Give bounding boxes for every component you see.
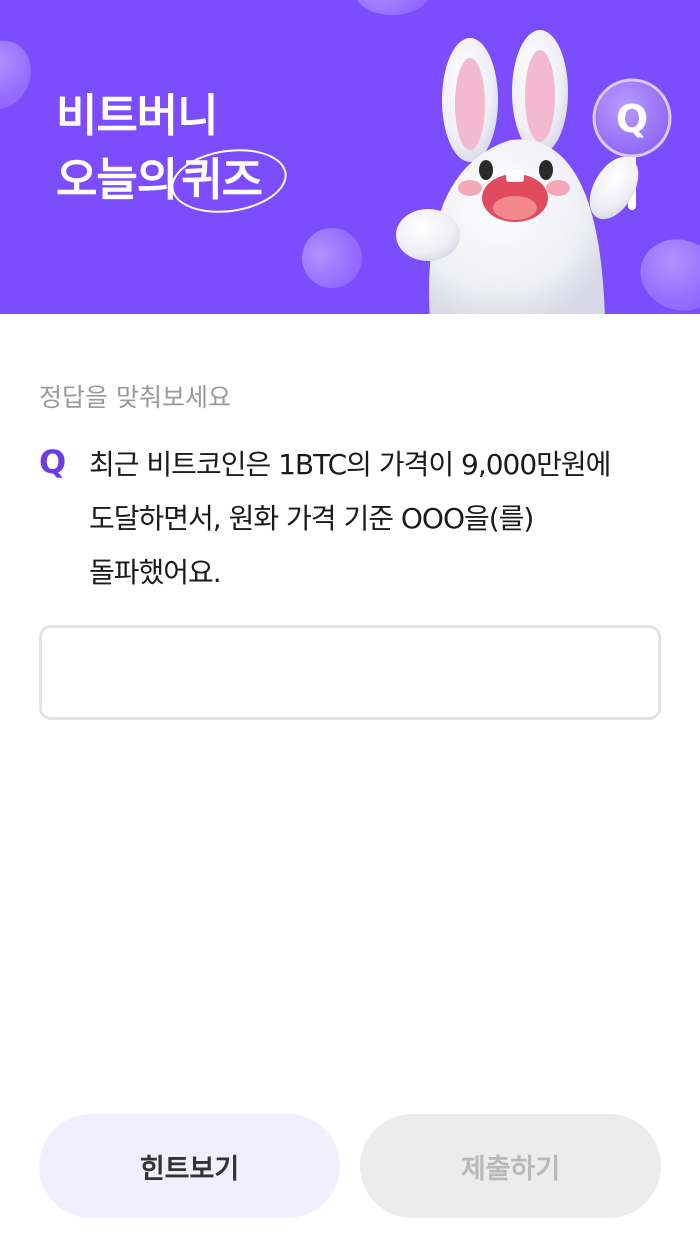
coin-decoration [0,30,42,120]
question-mark-icon: Q [39,443,67,481]
coin-decoration [355,0,430,15]
banner-title: 비트버니 오늘의 퀴즈 [56,84,291,220]
question-block: Q 최근 비트코인은 1BTC의 가격이 9,000만원에 도달하면서, 원화 … [39,438,661,600]
banner-title-line2: 오늘의 퀴즈 [56,142,291,220]
instruction-label: 정답을 맞춰보세요 [39,383,231,412]
question-text: 최근 비트코인은 1BTC의 가격이 9,000만원에 도달하면서, 원화 가격… [89,448,611,589]
sign-q-letter: Q [616,97,648,141]
hint-button[interactable]: 힌트보기 [39,1114,340,1218]
submit-button[interactable]: 제출하기 [360,1114,661,1218]
quiz-banner: 비트버니 오늘의 퀴즈 Q [0,0,700,314]
coin-decoration [291,217,373,299]
banner-title-line1: 비트버니 [56,89,219,142]
banner-title-circled: 퀴즈 [167,142,291,220]
answer-input[interactable] [39,625,661,720]
banner-title-prefix: 오늘의 [56,153,178,206]
bunny-mascot-illustration: Q [396,30,672,314]
